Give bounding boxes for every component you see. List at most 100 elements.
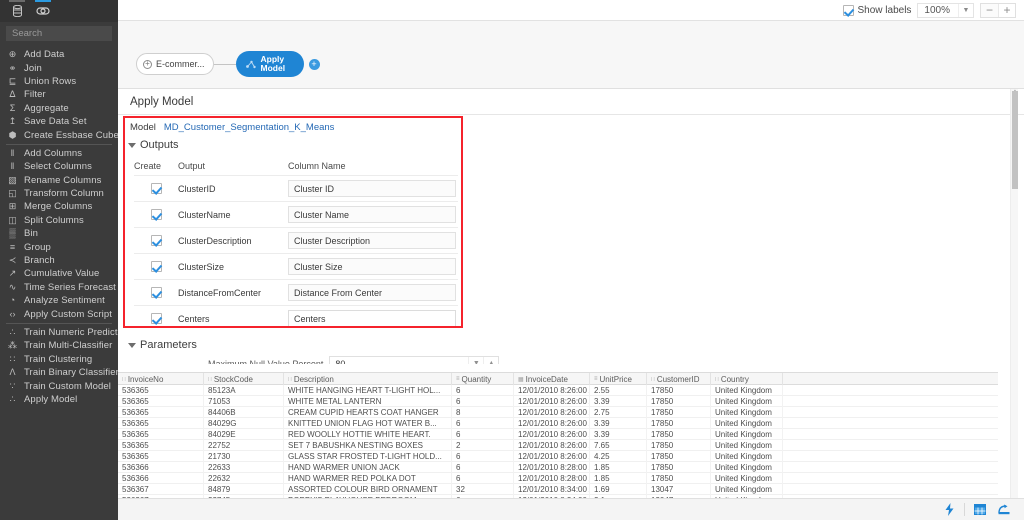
parameters-section-header[interactable]: Parameters xyxy=(118,339,998,351)
show-labels-label: Show labels xyxy=(857,4,912,16)
table-row[interactable]: 536365 84029G KNITTED UNION FLAG HOT WATER… xyxy=(118,418,998,429)
table-cell: GLASS STAR FROSTED T-LIGHT HOLD... xyxy=(284,451,452,462)
sidebar-item-label: Cumulative Value xyxy=(24,268,100,280)
grid-column-header[interactable]: ∷ InvoiceNo xyxy=(118,373,204,385)
grid-column-header[interactable]: ∷ Country xyxy=(711,373,783,385)
table-row[interactable]: 536367 84879 ASSORTED COLOUR BIRD ORNAMENT… xyxy=(118,484,998,495)
sidebar-item-save-data-set[interactable]: ↥ Save Data Set xyxy=(0,115,118,128)
group-icon: ≡ xyxy=(9,241,16,252)
sidebar-item-select-columns[interactable]: ‖ Select Columns xyxy=(0,160,118,173)
data-tab[interactable] xyxy=(6,0,28,22)
sidebar-item-transform-column[interactable]: ◱ Transform Column xyxy=(0,187,118,200)
show-labels-checkbox[interactable] xyxy=(842,4,854,16)
sidebar-item-train-numeric-prediction[interactable]: ∴ Train Numeric Prediction xyxy=(0,326,131,339)
sidebar-item-apply-custom-script[interactable]: ‹› Apply Custom Script xyxy=(0,307,118,320)
flow-node-chain: + E-commer... Apply Model + xyxy=(136,51,320,77)
apply-model-icon: ∴ xyxy=(9,393,16,404)
zoom-level-select[interactable]: 100% ▼ xyxy=(917,2,974,18)
parameter-row: Maximum Null Value Percent ▼▲ xyxy=(208,356,998,364)
spinner-up-icon[interactable]: ▲ xyxy=(483,357,498,364)
parameter-value-input[interactable] xyxy=(330,357,469,364)
grid-column-header[interactable]: ≡ Quantity xyxy=(452,373,514,385)
sidebar-item-apply-model[interactable]: ∴ Apply Model xyxy=(0,393,118,406)
table-row[interactable]: 536365 85123A WHITE HANGING HEART T-LIGHT … xyxy=(118,385,998,396)
sidebar-item-create-essbase-cube[interactable]: ⬢ Create Essbase Cube xyxy=(0,128,119,141)
grid-column-header[interactable]: ∷ Description xyxy=(284,373,452,385)
sidebar-item-split-columns[interactable]: ◫ Split Columns xyxy=(0,214,118,227)
sidebar-item-filter[interactable]: ᐃ Filter xyxy=(0,88,118,101)
collapse-triangle-icon[interactable] xyxy=(128,342,136,348)
sidebar-item-branch[interactable]: ≺ Branch xyxy=(0,254,118,267)
show-labels-toggle[interactable]: Show labels xyxy=(842,4,912,16)
zoom-in-button[interactable]: + xyxy=(998,3,1015,17)
sidebar-item-label: Join xyxy=(24,62,42,74)
sidebar-item-label: Transform Column xyxy=(24,188,104,200)
sidebar-item-add-columns[interactable]: ‖ Add Columns xyxy=(0,147,118,160)
search-input[interactable] xyxy=(6,26,112,41)
apply-model-node[interactable]: Apply Model xyxy=(235,51,304,77)
sidebar-item-label: Save Data Set xyxy=(24,116,87,128)
abc-icon: ∷ xyxy=(715,376,719,383)
union-rows-icon: ⊑ xyxy=(8,75,17,86)
sidebar-item-union-rows[interactable]: ⊑ Union Rows xyxy=(0,75,118,88)
add-node-button[interactable]: + xyxy=(308,58,320,70)
flow-canvas[interactable]: + E-commer... Apply Model + xyxy=(118,21,1024,88)
apply-model-panel: Apply Model Model MD_Customer_Segmentati… xyxy=(118,88,1024,520)
sidebar-item-train-custom-model[interactable]: ∵ Train Custom Model xyxy=(0,379,118,392)
sidebar-item-train-multi-classifier[interactable]: ⁂ Train Multi-Classifier xyxy=(0,339,118,352)
train-multi-classifier-icon: ⁂ xyxy=(8,340,17,351)
sidebar-item-bin[interactable]: ▒ Bin xyxy=(0,227,118,240)
table-row[interactable]: 536366 22633 HAND WARMER UNION JACK 6 12/01/… xyxy=(118,462,998,473)
table-cell: 6 xyxy=(452,429,514,440)
panel-vertical-scrollbar[interactable]: ▲ ▼ xyxy=(1010,89,1018,520)
source-node[interactable]: + E-commer... xyxy=(136,53,214,75)
chevron-down-icon[interactable]: ▼ xyxy=(958,3,973,17)
visualize-button[interactable] xyxy=(992,501,1016,519)
table-row[interactable]: 536366 22632 HAND WARMER RED POLKA DOT 6 12/… xyxy=(118,473,998,484)
sidebar-item-label: Train Clustering xyxy=(24,353,93,365)
data-preview-grid[interactable]: ∷ InvoiceNo ∷ StockCode ∷ Description ≡ Quantit… xyxy=(118,372,998,506)
grid-column-header[interactable]: ∷ StockCode xyxy=(204,373,284,385)
pipeline-tab[interactable] xyxy=(32,0,54,22)
sidebar-item-group[interactable]: ≡ Group xyxy=(0,240,118,253)
grid-column-header[interactable]: ∷ CustomerID xyxy=(647,373,711,385)
table-cell: 3.39 xyxy=(590,429,647,440)
table-cell: RED WOOLLY HOTTIE WHITE HEART. xyxy=(284,429,452,440)
table-cell: HAND WARMER RED POLKA DOT xyxy=(284,473,452,484)
sidebar-item-analyze-sentiment[interactable]: ◔ Analyze Sentiment xyxy=(0,294,118,307)
table-cell: 536366 xyxy=(118,462,204,473)
table-row[interactable]: 536365 84029E RED WOOLLY HOTTIE WHITE HEAR… xyxy=(118,429,998,440)
grid-column-header-label: InvoiceDate xyxy=(525,374,568,384)
table-cell: WHITE HANGING HEART T-LIGHT HOL... xyxy=(284,385,452,396)
sidebar-item-time-series-forecast[interactable]: ∿ Time Series Forecast xyxy=(0,281,118,294)
sidebar-item-add-data[interactable]: ⊕ Add Data xyxy=(0,48,118,61)
spinner-down-icon[interactable]: ▼ xyxy=(468,357,483,364)
table-cell: 17850 xyxy=(647,396,711,407)
table-cell: 12/01/2010 8:26:00 AM xyxy=(514,451,590,462)
sidebar-item-aggregate[interactable]: Σ Aggregate xyxy=(0,102,118,115)
sidebar-item-label: Branch xyxy=(24,255,55,267)
table-row[interactable]: 536365 21730 GLASS STAR FROSTED T-LIGHT HO… xyxy=(118,451,998,462)
table-row[interactable]: 536365 84406B CREAM CUPID HEARTS COAT HANG… xyxy=(118,407,998,418)
sidebar-item-rename-columns[interactable]: ▧ Rename Columns xyxy=(0,174,118,187)
bin-icon: ▒ xyxy=(9,228,16,239)
sidebar-item-train-binary-classifier[interactable]: Λ Train Binary Classifier xyxy=(0,366,118,379)
scrollbar-thumb[interactable] xyxy=(1012,91,1018,189)
table-cell: ASSORTED COLOUR BIRD ORNAMENT xyxy=(284,484,452,495)
zoom-out-button[interactable]: − xyxy=(981,3,998,17)
sidebar-item-merge-columns[interactable]: ⊞ Merge Columns xyxy=(0,200,118,213)
sidebar-item-join[interactable]: ⚭ Join xyxy=(0,61,118,74)
grid-column-header-label: InvoiceNo xyxy=(127,374,164,384)
table-cell: 12/01/2010 8:26:00 AM xyxy=(514,429,590,440)
table-cell: 17850 xyxy=(647,462,711,473)
grid-column-header[interactable]: ≡ UnitPrice xyxy=(590,373,647,385)
grid-view-button[interactable] xyxy=(968,501,992,519)
table-cell: 6 xyxy=(452,462,514,473)
table-row[interactable]: 536365 71053 WHITE METAL LANTERN 6 12/01/201… xyxy=(118,396,998,407)
table-cell: 17850 xyxy=(647,429,711,440)
table-row[interactable]: 536365 22752 SET 7 BABUSHKA NESTING BOXES 2… xyxy=(118,440,998,451)
sidebar-item-cumulative-value[interactable]: ↗ Cumulative Value xyxy=(0,267,118,280)
grid-column-header[interactable]: ▦ InvoiceDate xyxy=(514,373,590,385)
run-flow-button[interactable] xyxy=(937,501,961,519)
sidebar-item-train-clustering[interactable]: ∷ Train Clustering xyxy=(0,353,118,366)
